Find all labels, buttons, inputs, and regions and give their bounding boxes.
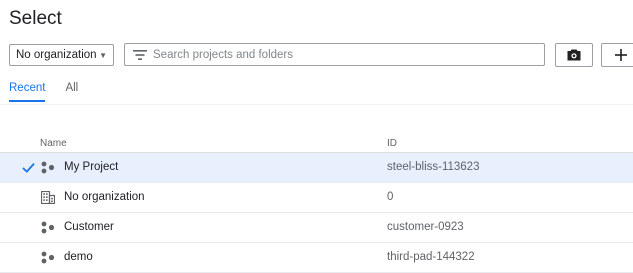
row-name: No organization (64, 191, 145, 203)
caret-down-icon: ▼ (99, 50, 107, 60)
add-button[interactable] (601, 43, 633, 67)
camera-button[interactable] (555, 43, 593, 67)
organization-select[interactable]: No organization ▼ (9, 44, 114, 66)
tab-recent[interactable]: Recent (9, 82, 46, 102)
row-id: 0 (387, 191, 394, 203)
table-row[interactable]: My Project steel-bliss-113623 (0, 153, 633, 183)
row-id: steel-bliss-113623 (387, 161, 480, 173)
row-name: demo (64, 251, 93, 263)
table-row[interactable]: Customer customer-0923 (0, 213, 633, 243)
row-id: third-pad-144322 (387, 251, 475, 263)
camera-icon (567, 49, 581, 61)
row-name: Customer (64, 221, 114, 233)
table-row[interactable]: No organization 0 (0, 183, 633, 213)
tab-all[interactable]: All (65, 82, 78, 102)
table-header: Name ID (0, 134, 633, 153)
column-header-name: Name (40, 137, 67, 149)
organization-select-value: No organization (16, 49, 97, 61)
tab-divider (0, 104, 633, 105)
tab-bar: Recent All (9, 82, 78, 102)
dialog-title: Select (9, 8, 62, 29)
project-icon (41, 161, 55, 174)
column-header-id: ID (387, 137, 397, 149)
search-input[interactable] (153, 45, 536, 64)
project-icon (41, 221, 55, 234)
project-icon (41, 251, 55, 264)
filter-icon (133, 49, 147, 60)
row-name: My Project (64, 161, 119, 173)
organization-icon (41, 191, 55, 204)
checkmark-icon (22, 162, 35, 173)
projects-table: Name ID My Project steel-bliss-113623 No… (0, 134, 633, 273)
plus-icon (615, 49, 627, 61)
table-row[interactable]: demo third-pad-144322 (0, 243, 633, 273)
row-id: customer-0923 (387, 221, 464, 233)
search-box[interactable] (124, 43, 545, 66)
